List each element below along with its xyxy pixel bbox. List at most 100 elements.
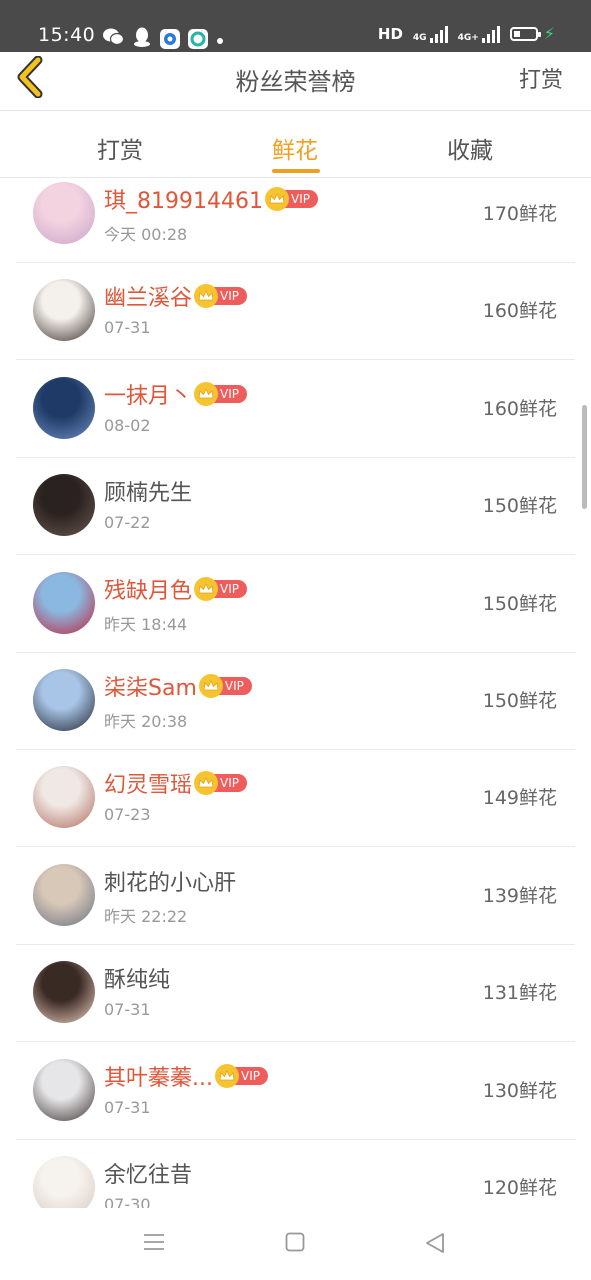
- flower-count: 150鲜花: [482, 593, 557, 615]
- tab-bar: 打赏 鲜花 收藏: [0, 111, 591, 178]
- vip-badge: VIP: [214, 1064, 268, 1088]
- user-name: 一抹月丶 VIP: [104, 378, 247, 410]
- user-name: 幻灵雪瑶 VIP: [104, 767, 247, 799]
- hd-label: HD: [377, 24, 403, 43]
- flower-count: 150鲜花: [482, 495, 557, 517]
- avatar[interactable]: [33, 182, 95, 244]
- flower-count: 160鲜花: [482, 398, 557, 420]
- status-app-icons: [102, 26, 224, 52]
- list-item[interactable]: 酥纯纯 07-31 131鲜花: [16, 944, 575, 1042]
- vip-badge: VIP: [264, 187, 318, 211]
- user-name: 酥纯纯: [104, 962, 170, 994]
- scrollbar[interactable]: [582, 405, 587, 509]
- avatar[interactable]: [33, 669, 95, 731]
- avatar[interactable]: [33, 1156, 95, 1208]
- user-name-text: 琪_819914461: [104, 189, 263, 214]
- flower-count: 149鲜花: [482, 787, 557, 809]
- user-name: 幽兰溪谷 VIP: [104, 280, 247, 312]
- crown-icon: [214, 1064, 239, 1088]
- page-title: 粉丝荣誉榜: [235, 68, 356, 96]
- home-button[interactable]: [285, 1232, 305, 1256]
- fan-date: 07-31: [104, 318, 151, 337]
- crown-icon: [194, 577, 219, 601]
- crown-icon: [194, 284, 219, 308]
- status-system-icons: HD 4G 4G+ ⚡: [378, 24, 555, 43]
- avatar[interactable]: [33, 377, 95, 439]
- user-name: 琪_819914461 VIP: [104, 183, 318, 215]
- fan-date: 昨天 20:38: [104, 712, 188, 731]
- user-name-text: 酥纯纯: [104, 968, 171, 993]
- vip-badge: VIP: [194, 577, 247, 601]
- crown-icon: [194, 382, 219, 406]
- fan-date: 07-31: [104, 1000, 151, 1019]
- list-item[interactable]: 幻灵雪瑶 VIP 07-23 149鲜花: [16, 749, 575, 847]
- crown-icon: [198, 674, 223, 698]
- user-name: 柒柒Sam VIP: [104, 670, 252, 702]
- flower-count: 139鲜花: [482, 885, 557, 907]
- user-name-text: 刺花的小心肝: [104, 871, 237, 896]
- signal-1-icon: 4G: [413, 25, 448, 43]
- user-name-text: 幽兰溪谷: [104, 286, 193, 311]
- tip-button[interactable]: 打赏: [519, 62, 563, 94]
- menu-button[interactable]: [143, 1232, 165, 1256]
- system-nav-bar: [0, 1208, 591, 1280]
- status-time: 15:40: [38, 24, 96, 46]
- flower-count: 120鲜花: [482, 1177, 557, 1199]
- qq-icon: [132, 26, 152, 52]
- crown-icon: [264, 187, 289, 211]
- avatar[interactable]: [33, 572, 95, 634]
- fan-date: 昨天 22:22: [104, 907, 188, 926]
- menu-icon: [144, 1234, 164, 1250]
- top-header: 粉丝荣誉榜 打赏: [0, 52, 591, 111]
- list-item[interactable]: 顾楠先生 07-22 150鲜花: [16, 457, 575, 555]
- back-nav-button[interactable]: [424, 1232, 446, 1258]
- list-item[interactable]: 残缺月色 VIP 昨天 18:44 150鲜花: [16, 555, 575, 653]
- status-bar: 15:40 HD 4G 4G+ ⚡: [0, 0, 591, 52]
- tab-favorites[interactable]: 收藏: [447, 131, 493, 165]
- battery-icon: [509, 26, 541, 41]
- avatar[interactable]: [33, 864, 95, 926]
- avatar[interactable]: [33, 961, 95, 1023]
- tab-flowers[interactable]: 鲜花: [272, 131, 318, 165]
- user-name-text: 幻灵雪瑶: [104, 773, 193, 798]
- back-triangle-icon: [426, 1233, 444, 1253]
- wechat-icon: [102, 27, 125, 51]
- user-name-text: 余忆往昔: [104, 1163, 193, 1188]
- app-icon: [188, 29, 208, 49]
- user-name-text: 其叶蓁蓁...: [104, 1066, 213, 1091]
- charging-icon: ⚡: [543, 24, 555, 43]
- vip-badge: VIP: [194, 382, 247, 406]
- active-tab-indicator: [272, 169, 320, 173]
- list-item[interactable]: 其叶蓁蓁... VIP 07-31 130鲜花: [16, 1042, 575, 1140]
- flower-count: 160鲜花: [482, 300, 557, 322]
- avatar[interactable]: [33, 474, 95, 536]
- flower-count: 170鲜花: [482, 203, 557, 225]
- list-item[interactable]: 刺花的小心肝昨天 22:22 139鲜花: [16, 847, 575, 945]
- list-item[interactable]: 琪_819914461 VIP 今天 00:28 170鲜花: [16, 178, 575, 263]
- list-item[interactable]: 一抹月丶 VIP 08-02 160鲜花: [16, 360, 575, 458]
- fan-date: 08-02: [104, 416, 151, 435]
- user-name-text: 残缺月色: [104, 579, 193, 604]
- home-square-icon: [285, 1232, 305, 1252]
- tab-tip[interactable]: 打赏: [97, 131, 143, 165]
- user-name-text: 顾楠先生: [104, 481, 193, 506]
- fan-ranking-list: 琪_819914461 VIP 今天 00:28 170鲜花 幽兰溪谷 VIP 07-31 1…: [0, 178, 591, 1208]
- flower-count: 131鲜花: [482, 982, 557, 1004]
- avatar[interactable]: [33, 279, 95, 341]
- list-item[interactable]: 幽兰溪谷 VIP 07-31 160鲜花: [16, 262, 575, 360]
- fan-date: 昨天 18:44: [104, 615, 188, 634]
- list-item[interactable]: 柒柒Sam VIP 昨天 20:38 150鲜花: [16, 652, 575, 750]
- user-name: 余忆往昔: [104, 1157, 192, 1189]
- crown-icon: [194, 771, 219, 795]
- avatar[interactable]: [33, 766, 95, 828]
- notification-dot-icon: [216, 30, 224, 49]
- list-item[interactable]: 余忆往昔 07-30 120鲜花: [16, 1139, 575, 1208]
- user-name-text: 一抹月丶: [104, 384, 193, 409]
- user-name: 刺花的小心肝: [104, 865, 236, 897]
- avatar[interactable]: [33, 1059, 95, 1121]
- user-name: 顾楠先生: [104, 475, 192, 507]
- user-name: 残缺月色 VIP: [104, 573, 247, 605]
- browser-icon: [160, 29, 180, 49]
- vip-badge: VIP: [198, 674, 252, 698]
- vip-badge: VIP: [194, 771, 247, 795]
